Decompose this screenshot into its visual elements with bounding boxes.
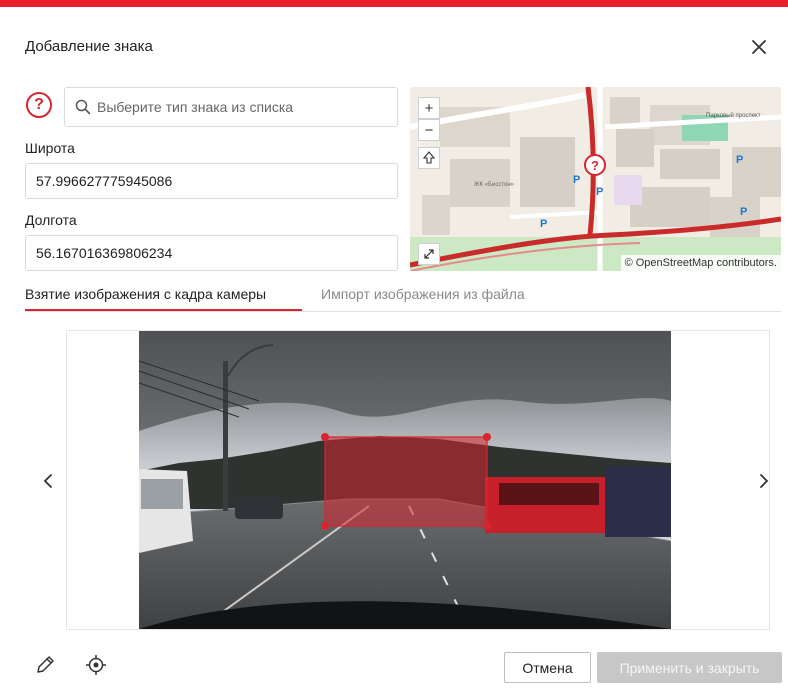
locate-button[interactable]	[85, 654, 107, 676]
compass-arrow-icon	[422, 151, 436, 164]
longitude-input[interactable]	[25, 235, 398, 271]
close-button[interactable]	[748, 36, 770, 58]
reset-north-button[interactable]	[418, 147, 440, 169]
svg-text:P: P	[740, 206, 747, 218]
svg-text:P: P	[596, 186, 603, 198]
longitude-label: Долгота	[25, 212, 77, 228]
previous-frame-button[interactable]	[39, 471, 59, 491]
selection-handle-bottom-right[interactable]	[483, 522, 491, 530]
selection-handle-bottom-left[interactable]	[321, 522, 329, 530]
camera-frame-image[interactable]	[139, 331, 671, 629]
selection-box[interactable]	[324, 436, 488, 527]
search-icon	[75, 99, 91, 115]
selection-handle-top-left[interactable]	[321, 433, 329, 441]
sign-type-select[interactable]	[64, 87, 398, 127]
close-icon	[752, 40, 766, 54]
svg-text:P: P	[736, 154, 743, 166]
tab-camera-frame[interactable]: Взятие изображения с кадра камеры	[25, 286, 266, 302]
pencil-icon	[37, 656, 54, 673]
apply-and-close-button[interactable]: Применить и закрыть	[597, 652, 782, 683]
latitude-input[interactable]	[25, 163, 398, 199]
dialog-title: Добавление знака	[25, 38, 153, 55]
top-accent-bar	[0, 0, 788, 7]
zoom-in-button[interactable]: +	[418, 97, 440, 119]
map-street-label: Парковый проспект	[706, 112, 761, 119]
svg-text:P: P	[573, 174, 580, 186]
svg-text:?: ?	[591, 158, 599, 173]
sign-type-search-input[interactable]	[97, 99, 377, 115]
map-building-label: ЖК «Бисстон»	[474, 182, 515, 188]
chevron-left-icon	[43, 474, 52, 488]
cancel-button[interactable]: Отмена	[504, 652, 591, 683]
tab-file-import[interactable]: Импорт изображения из файла	[321, 286, 525, 302]
svg-text:P: P	[540, 218, 547, 230]
next-frame-button[interactable]	[753, 471, 773, 491]
camera-frame-viewer	[43, 330, 773, 630]
zoom-out-button[interactable]: −	[418, 119, 440, 141]
draw-tool-button[interactable]	[34, 654, 56, 676]
active-tab-indicator	[25, 309, 302, 311]
selection-handle-top-right[interactable]	[483, 433, 491, 441]
map-attribution: © OpenStreetMap contributors.	[620, 255, 781, 271]
expand-icon	[424, 249, 434, 259]
fullscreen-button[interactable]	[418, 243, 440, 265]
latitude-label: Широта	[25, 140, 75, 156]
question-circle-icon: ?	[26, 92, 52, 118]
crosshair-target-icon	[86, 655, 106, 675]
chevron-right-icon	[760, 474, 769, 488]
map[interactable]: P P P P P Парковый проспект ЖК «Бисстон»…	[410, 87, 781, 271]
image-source-tabs: Взятие изображения с кадра камеры Импорт…	[25, 282, 781, 312]
